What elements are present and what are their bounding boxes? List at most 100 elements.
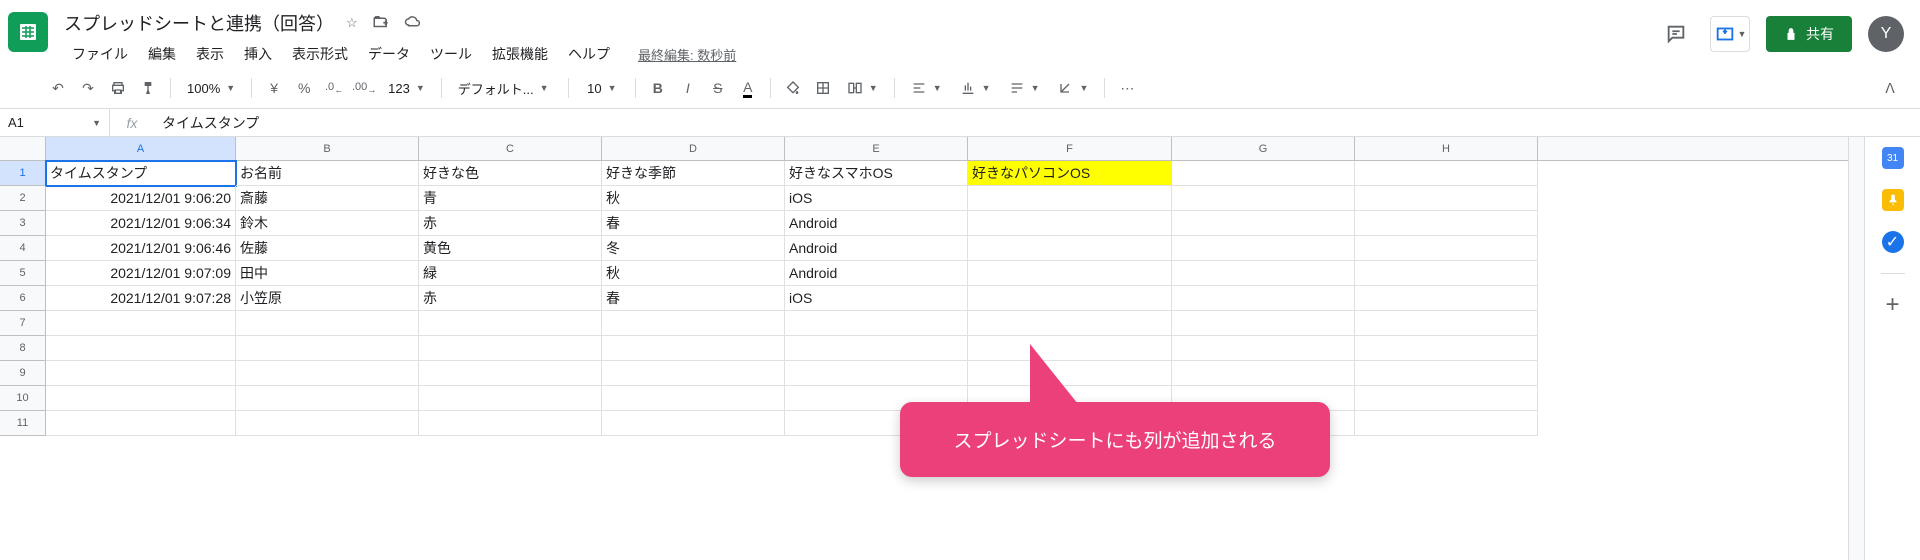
present-button[interactable]: ▼ (1710, 16, 1750, 52)
menu-file[interactable]: ファイル (64, 40, 136, 68)
cell[interactable] (602, 411, 785, 436)
menu-extensions[interactable]: 拡張機能 (484, 40, 556, 68)
borders-icon[interactable] (809, 74, 837, 102)
cell[interactable]: 2021/12/01 9:06:46 (46, 236, 236, 261)
percent-icon[interactable]: % (290, 74, 318, 102)
cell[interactable]: 好きな色 (419, 161, 602, 186)
cell[interactable] (785, 361, 968, 386)
vertical-scrollbar[interactable] (1848, 137, 1864, 560)
cell[interactable] (968, 186, 1172, 211)
cell[interactable] (236, 411, 419, 436)
sheets-logo[interactable] (8, 12, 48, 52)
row-header[interactable]: 2 (0, 186, 46, 211)
row-header[interactable]: 8 (0, 336, 46, 361)
cell[interactable] (602, 361, 785, 386)
currency-icon[interactable]: ¥ (260, 74, 288, 102)
font-size-select[interactable]: 10▼ (577, 74, 627, 102)
bold-icon[interactable]: B (644, 74, 672, 102)
cell[interactable] (46, 336, 236, 361)
cell[interactable] (968, 261, 1172, 286)
cell[interactable]: 冬 (602, 236, 785, 261)
fill-color-icon[interactable] (779, 74, 807, 102)
cell[interactable]: 秋 (602, 261, 785, 286)
cell[interactable]: Android (785, 261, 968, 286)
number-format-select[interactable]: 123▼ (380, 74, 433, 102)
print-icon[interactable] (104, 74, 132, 102)
calendar-icon[interactable]: 31 (1882, 147, 1904, 169)
cell[interactable] (968, 211, 1172, 236)
row-header[interactable]: 3 (0, 211, 46, 236)
inc-decimal-icon[interactable]: .00→ (350, 74, 378, 102)
row-header[interactable]: 11 (0, 411, 46, 436)
cloud-status-icon[interactable] (404, 13, 422, 34)
row-header[interactable]: 10 (0, 386, 46, 411)
cell[interactable]: 小笠原 (236, 286, 419, 311)
menu-tools[interactable]: ツール (422, 40, 480, 68)
cell[interactable]: タイムスタンプ (46, 161, 236, 186)
cell[interactable]: iOS (785, 286, 968, 311)
cell[interactable] (1355, 286, 1538, 311)
cell[interactable] (968, 311, 1172, 336)
zoom-select[interactable]: 100%▼ (179, 74, 243, 102)
column-header[interactable]: B (236, 137, 419, 160)
row-header[interactable]: 5 (0, 261, 46, 286)
redo-icon[interactable]: ↷ (74, 74, 102, 102)
tasks-icon[interactable]: ✓ (1882, 231, 1904, 253)
collapse-toolbar-icon[interactable]: ᐱ (1876, 74, 1904, 102)
grid[interactable]: ABCDEFGH 1タイムスタンプお名前好きな色好きな季節好きなスマホOS好きな… (0, 137, 1848, 560)
cell[interactable] (1355, 386, 1538, 411)
cell[interactable] (1355, 336, 1538, 361)
cell[interactable] (602, 336, 785, 361)
last-edit-link[interactable]: 最終編集: 数秒前 (638, 45, 736, 64)
italic-icon[interactable]: I (674, 74, 702, 102)
cell[interactable] (1172, 211, 1355, 236)
cell[interactable] (419, 411, 602, 436)
text-color-icon[interactable]: A (734, 74, 762, 102)
cell[interactable] (419, 386, 602, 411)
cell[interactable]: 斎藤 (236, 186, 419, 211)
cell[interactable]: 黄色 (419, 236, 602, 261)
cell[interactable] (968, 236, 1172, 261)
paint-format-icon[interactable] (134, 74, 162, 102)
cell[interactable] (236, 361, 419, 386)
cell[interactable]: 赤 (419, 211, 602, 236)
cell[interactable] (46, 361, 236, 386)
menu-insert[interactable]: 挿入 (236, 40, 280, 68)
column-header[interactable]: C (419, 137, 602, 160)
cell[interactable]: 田中 (236, 261, 419, 286)
menu-help[interactable]: ヘルプ (560, 40, 618, 68)
column-header[interactable]: H (1355, 137, 1538, 160)
cell[interactable] (785, 336, 968, 361)
column-header[interactable]: G (1172, 137, 1355, 160)
cell[interactable]: 緑 (419, 261, 602, 286)
cell[interactable] (46, 386, 236, 411)
cell[interactable]: 好きな季節 (602, 161, 785, 186)
row-header[interactable]: 4 (0, 236, 46, 261)
cell[interactable] (785, 311, 968, 336)
cell[interactable] (46, 311, 236, 336)
share-button[interactable]: 共有 (1766, 16, 1852, 52)
document-title[interactable]: スプレッドシートと連携（回答） (64, 10, 334, 36)
row-header[interactable]: 9 (0, 361, 46, 386)
cell[interactable] (1355, 411, 1538, 436)
more-icon[interactable]: ⋯ (1113, 74, 1141, 102)
cell[interactable]: 2021/12/01 9:06:34 (46, 211, 236, 236)
add-addon-icon[interactable]: + (1882, 294, 1904, 316)
column-header[interactable]: E (785, 137, 968, 160)
cell[interactable] (1172, 336, 1355, 361)
cell[interactable] (419, 311, 602, 336)
menu-format[interactable]: 表示形式 (284, 40, 356, 68)
comments-icon[interactable] (1658, 16, 1694, 52)
row-header[interactable]: 6 (0, 286, 46, 311)
cell[interactable]: 青 (419, 186, 602, 211)
cell[interactable] (1355, 161, 1538, 186)
cell[interactable]: iOS (785, 186, 968, 211)
keep-icon[interactable] (1882, 189, 1904, 211)
cell[interactable]: 好きなスマホOS (785, 161, 968, 186)
move-icon[interactable] (372, 13, 390, 34)
cell[interactable]: お名前 (236, 161, 419, 186)
cell[interactable] (1172, 286, 1355, 311)
cell[interactable]: 2021/12/01 9:06:20 (46, 186, 236, 211)
name-box[interactable]: A1▼ (0, 109, 110, 136)
v-align-select[interactable]: ▼ (952, 74, 999, 102)
